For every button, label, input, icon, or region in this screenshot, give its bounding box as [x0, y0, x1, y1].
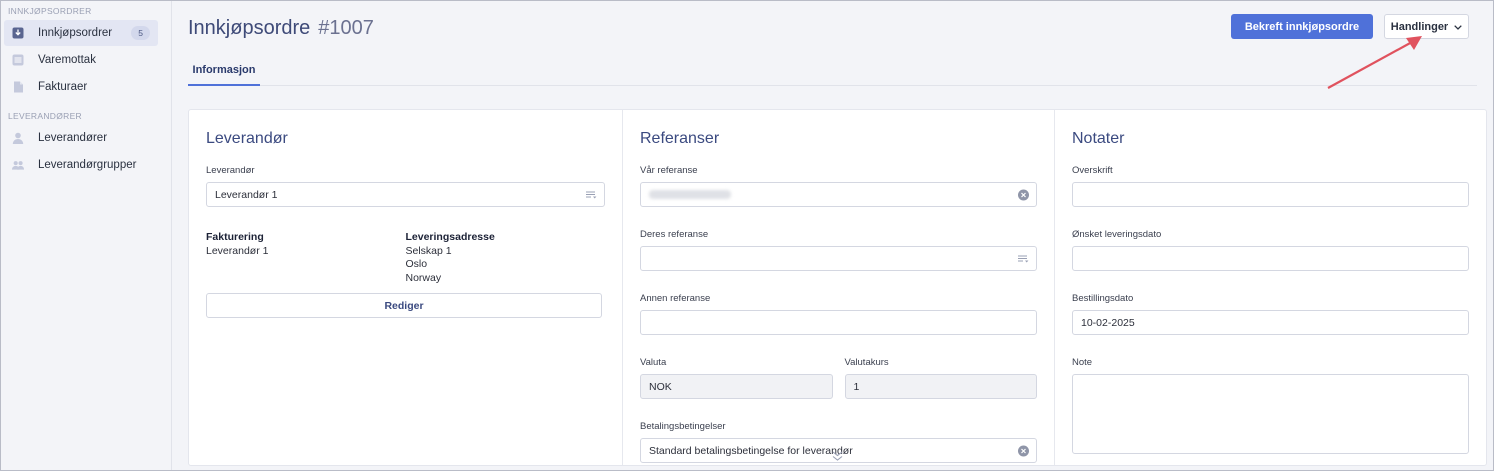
- our-reference-select[interactable]: [640, 182, 1037, 207]
- sidebar-item-label: Innkjøpsordrer: [38, 27, 113, 39]
- sidebar-item-label: Fakturaer: [38, 81, 88, 93]
- field-label: Bestillingsdato: [1072, 293, 1134, 304]
- page-title: Innkjøpsordre #1007: [188, 17, 374, 40]
- field-label: Note: [1072, 357, 1093, 368]
- list-select-icon: [1018, 255, 1029, 263]
- page-title-text: Innkjøpsordre: [188, 17, 311, 39]
- double-chevron-down-icon[interactable]: [832, 451, 843, 461]
- delivery-line: Norway: [405, 271, 442, 284]
- sidebar: INNKJØPSORDRER Innkjøpsordrer 5 Varemott…: [1, 1, 172, 470]
- field-label: Overskrift: [1072, 165, 1113, 176]
- sidebar-section-heading: INNKJØPSORDRER: [8, 6, 92, 16]
- section-title: Referanser: [640, 130, 720, 147]
- user-icon: [12, 132, 24, 144]
- sidebar-item-innkjopsordrer[interactable]: Innkjøpsordrer 5: [4, 20, 158, 46]
- note-textarea[interactable]: [1072, 374, 1469, 454]
- redacted-value: [649, 190, 731, 199]
- delivery-line: Oslo: [405, 258, 428, 270]
- sidebar-item-label: Varemottak: [38, 54, 96, 66]
- field-label: Valuta: [640, 357, 667, 368]
- delivery-date-input[interactable]: [1072, 246, 1469, 271]
- actions-label: Handlinger: [1390, 20, 1449, 33]
- field-label: Betalingsbetingelser: [640, 421, 726, 432]
- section-title: Leverandør: [206, 130, 288, 147]
- clear-icon[interactable]: [1018, 189, 1029, 200]
- address-block: Fakturering Leverandør 1 Leveringsadress…: [206, 231, 605, 285]
- page-header: Innkjøpsordre #1007 Bekreft innkjøpsordre…: [188, 1, 1477, 56]
- their-reference-select[interactable]: [640, 246, 1037, 271]
- currency-field: NOK: [640, 374, 833, 399]
- sidebar-item-leverandorer[interactable]: Leverandører: [4, 125, 158, 151]
- download-box-icon: [12, 27, 24, 39]
- order-date-input[interactable]: 10-02-2025: [1072, 310, 1469, 335]
- tab-informasjon[interactable]: Informasjon: [188, 56, 260, 86]
- field-label: Leverandør: [206, 165, 255, 176]
- delivery-line: Selskap 1: [405, 244, 452, 257]
- actions-dropdown-button[interactable]: Handlinger: [1384, 14, 1469, 39]
- order-info-card: Leverandør Leverandør Leverandør 1 Faktu…: [188, 109, 1487, 466]
- main-content: Innkjøpsordre #1007 Bekreft innkjøpsordre…: [172, 1, 1493, 470]
- delivery-address: Leveringsadresse Selskap 1 Oslo Norway: [406, 231, 606, 285]
- billing-address: Fakturering Leverandør 1: [206, 231, 406, 285]
- sidebar-section-heading: LEVERANDØRER: [8, 111, 82, 121]
- sidebar-item-leverandorgrupper[interactable]: Leverandørgrupper: [4, 152, 158, 178]
- tab-bar: Informasjon: [188, 56, 1477, 86]
- supplier-section: Leverandør Leverandør Leverandør 1 Faktu…: [189, 110, 622, 465]
- field-label: Deres referanse: [640, 229, 709, 240]
- list-select-icon: [586, 191, 597, 199]
- field-label: Vår referanse: [640, 165, 698, 176]
- sidebar-item-label: Leverandører: [38, 132, 108, 144]
- field-label: Annen referanse: [640, 293, 711, 304]
- delivery-heading: Leveringsadresse: [405, 231, 495, 243]
- count-badge: 5: [131, 26, 150, 40]
- confirm-order-button[interactable]: Bekreft innkjøpsordre: [1231, 14, 1373, 39]
- other-reference-input[interactable]: [640, 310, 1037, 335]
- supplier-value: Leverandør 1: [215, 188, 278, 201]
- document-icon: [12, 81, 24, 93]
- users-icon: [12, 159, 24, 171]
- heading-input[interactable]: [1072, 182, 1469, 207]
- edit-button[interactable]: Rediger: [206, 293, 602, 318]
- billing-heading: Fakturering: [206, 231, 264, 243]
- notes-section: Notater Overskrift Ønsket leveringsdato …: [1054, 110, 1486, 465]
- sidebar-item-varemottak[interactable]: Varemottak: [4, 47, 158, 73]
- sidebar-item-fakturaer[interactable]: Fakturaer: [4, 74, 158, 100]
- payment-terms-value: Standard betalingsbetingelse for leveran…: [649, 444, 853, 457]
- field-label: Ønsket leveringsdato: [1072, 229, 1162, 240]
- list-box-icon: [12, 54, 24, 66]
- field-label: Valutakurs: [844, 357, 889, 368]
- billing-line: Leverandør 1: [206, 244, 269, 257]
- sidebar-item-label: Leverandørgrupper: [38, 159, 137, 171]
- clear-icon[interactable]: [1018, 445, 1029, 456]
- chevron-down-icon: [1454, 21, 1462, 33]
- section-title: Notater: [1072, 130, 1125, 147]
- references-section: Referanser Vår referanse Deres referanse: [622, 110, 1054, 465]
- exchange-rate-field: 1: [844, 374, 1037, 399]
- app-window: INNKJØPSORDRER Innkjøpsordrer 5 Varemott…: [0, 0, 1494, 471]
- order-number: #1007: [318, 17, 374, 39]
- supplier-select[interactable]: Leverandør 1: [206, 182, 605, 207]
